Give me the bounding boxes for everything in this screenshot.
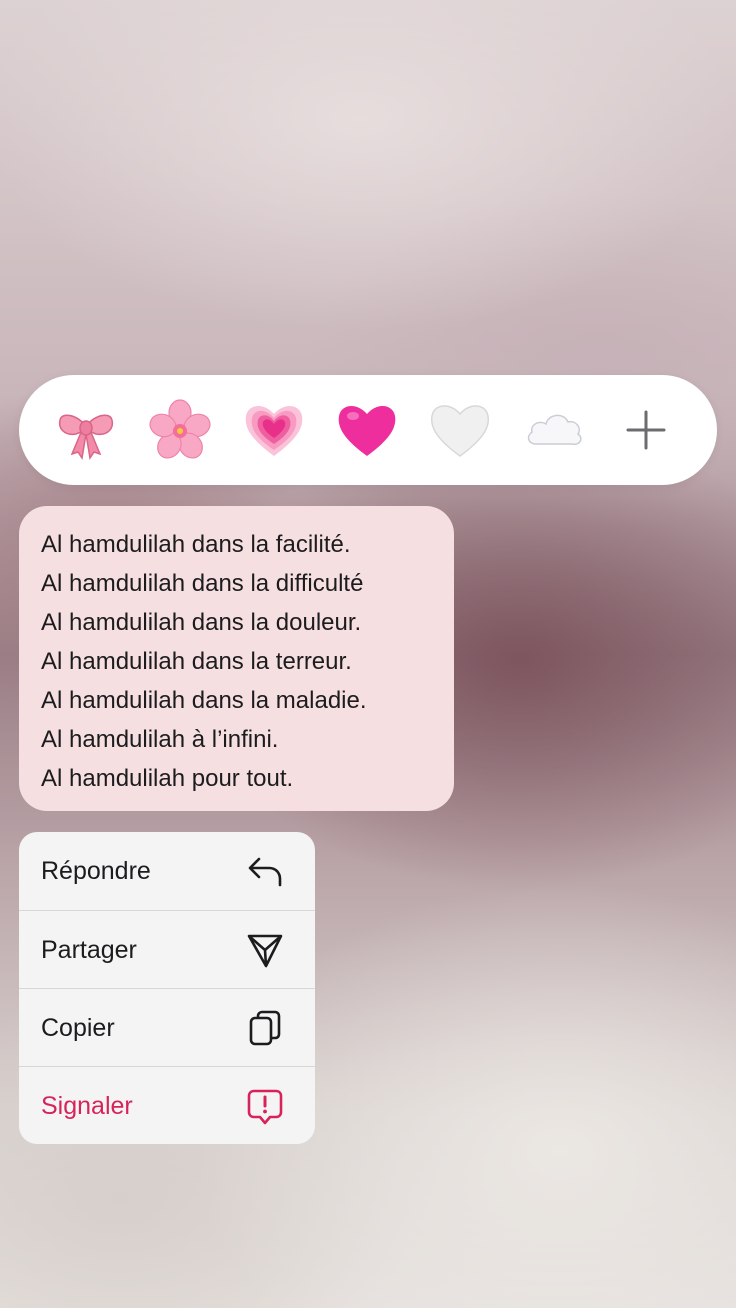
cherry-blossom-icon — [149, 399, 211, 459]
message-bubble[interactable]: Al hamdulilah dans la facilité. Al hamdu… — [19, 506, 454, 811]
report-menu-item[interactable]: Signaler — [19, 1067, 315, 1144]
reaction-bar — [19, 375, 717, 485]
copy-menu-item[interactable]: Copier — [19, 989, 315, 1067]
message-line: Al hamdulilah dans la difficulté — [41, 570, 364, 597]
reaction-cherry-blossom[interactable] — [145, 395, 215, 465]
white-heart-icon — [430, 405, 490, 457]
report-label: Signaler — [41, 1092, 133, 1120]
report-icon — [247, 1089, 283, 1125]
reaction-growing-heart[interactable] — [239, 395, 309, 465]
message-line: Al hamdulilah dans la facilité. — [41, 531, 351, 558]
message-line: Al hamdulilah à l’infini. — [41, 726, 279, 753]
add-reaction-button[interactable] — [611, 395, 681, 465]
copy-label: Copier — [41, 1014, 115, 1042]
message-line: Al hamdulilah dans la douleur. — [41, 609, 362, 636]
reply-arrow-icon — [248, 857, 282, 887]
share-menu-item[interactable]: Partager — [19, 911, 315, 989]
reply-menu-item[interactable]: Répondre — [19, 832, 315, 910]
reaction-white-heart[interactable] — [425, 395, 495, 465]
context-menu: Répondre Partager Copier Signaler — [19, 832, 315, 1144]
paper-plane-icon — [247, 934, 283, 968]
reaction-pink-heart[interactable] — [332, 395, 402, 465]
reaction-cloud[interactable] — [519, 395, 589, 465]
copy-icon — [249, 1010, 281, 1046]
share-label: Partager — [41, 936, 137, 964]
cloud-icon — [527, 414, 582, 446]
ribbon-bow-icon — [58, 414, 114, 460]
message-line: Al hamdulilah dans la maladie. — [41, 687, 367, 714]
message-line: Al hamdulilah pour tout. — [41, 765, 294, 792]
reaction-ribbon-bow[interactable] — [51, 395, 121, 465]
message-line: Al hamdulilah dans la terreur. — [41, 648, 352, 675]
reply-label: Répondre — [41, 857, 151, 885]
add-reaction-icon — [626, 410, 666, 450]
pink-heart-icon — [338, 405, 396, 456]
growing-heart-icon — [245, 405, 303, 456]
